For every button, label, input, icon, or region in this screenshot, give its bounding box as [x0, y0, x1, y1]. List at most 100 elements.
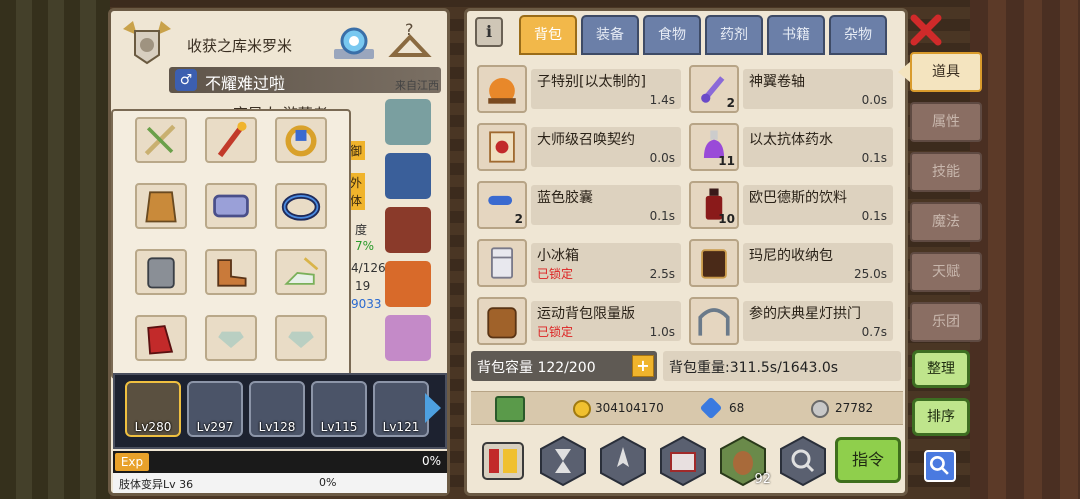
inventory-item[interactable]: 运动背包限量版 已锁定 1.0s	[477, 297, 683, 347]
tab-backpack[interactable]: 背包	[519, 15, 577, 55]
organize-button[interactable]: 整理	[912, 350, 970, 388]
stat-percent-partial: 7%	[355, 239, 375, 253]
gauntlet-slot[interactable]	[385, 153, 431, 199]
right-scenery	[970, 0, 1080, 499]
inventory-item[interactable]: 玛尼的收纳包 25.0s	[689, 239, 895, 289]
item-name: 神翼卷轴	[749, 74, 805, 90]
equipment-popup	[111, 109, 351, 379]
tab-potion[interactable]: 药剂	[705, 15, 763, 55]
fairy-ring-slot[interactable]	[385, 315, 431, 361]
download-icon[interactable]	[495, 396, 525, 422]
item-name: 运动背包限量版	[537, 306, 635, 322]
contract-icon	[477, 123, 527, 171]
sort-button[interactable]: 排序	[912, 398, 970, 436]
expand-capacity-button[interactable]: +	[632, 355, 654, 377]
hero-portrait[interactable]: Lv121	[373, 381, 429, 437]
inventory-item[interactable]: 11 以太抗体药水 0.1s	[689, 123, 895, 173]
number-sort-button[interactable]	[477, 435, 529, 487]
power-value-partial: 9033	[351, 297, 382, 311]
gauntlet-gray-slot[interactable]	[135, 249, 187, 295]
hero-level: Lv121	[382, 420, 420, 434]
hero-level: Lv280	[134, 420, 172, 434]
item-weight: 0.7s	[861, 325, 887, 339]
item-name: 蓝色胶囊	[537, 190, 593, 206]
inventory-item[interactable]: 小冰箱已锁定 2.5s	[477, 239, 683, 289]
drink-bottle-icon: 10	[689, 181, 739, 229]
inventory-item[interactable]: 参的庆典星灯拱门 0.7s	[689, 297, 895, 347]
bag-count: 92	[754, 472, 771, 487]
menu-attributes[interactable]: 属性	[910, 102, 982, 142]
exp-bar: Exp 0%	[113, 451, 447, 473]
hero-portrait[interactable]: Lv280	[125, 381, 181, 437]
winged-shoes-slot[interactable]	[275, 249, 327, 295]
chest-icon[interactable]	[657, 435, 709, 487]
inventory-item[interactable]: 10 欧巴德斯的饮料 0.1s	[689, 181, 895, 231]
left-scenery	[0, 0, 110, 499]
guild-emblem-icon[interactable]	[119, 15, 175, 67]
belt-purple-slot[interactable]	[205, 183, 257, 229]
bracelet-slot[interactable]	[275, 183, 327, 229]
menu-magic[interactable]: 魔法	[910, 202, 982, 242]
hero-level: Lv115	[320, 420, 358, 434]
crystal-orb-icon[interactable]	[331, 19, 377, 65]
item-name: 子特别[以太制的]	[537, 74, 646, 90]
ring-slot[interactable]	[275, 117, 327, 163]
inventory-panel: i 背包 装备 食物 药剂 书籍 杂物 子特别[以太制的] 1.4s 2 神翼卷轴…	[464, 8, 908, 496]
weapon-sword-slot[interactable]	[135, 117, 187, 163]
weapon-staff-slot[interactable]	[205, 117, 257, 163]
storage-bag-icon	[689, 239, 739, 287]
item-name: 以太抗体药水	[749, 132, 833, 148]
hourglass-icon[interactable]	[537, 435, 589, 487]
inventory-item[interactable]: 大师级召唤契约 0.0s	[477, 123, 683, 173]
close-icon[interactable]	[908, 12, 944, 48]
player-name: 不耀难过啦	[205, 74, 286, 93]
inventory-item[interactable]: 2 神翼卷轴 0.0s	[689, 65, 895, 115]
menu-band[interactable]: 乐团	[910, 302, 982, 342]
item-locked: 已锁定	[537, 267, 574, 281]
compass-icon[interactable]	[597, 435, 649, 487]
item-weight: 0.0s	[861, 93, 887, 107]
inventory-item[interactable]: 2 蓝色胶囊 0.1s	[477, 181, 683, 231]
boots-slot[interactable]	[205, 249, 257, 295]
search-icon[interactable]	[924, 450, 956, 482]
exp-percent: 0%	[421, 454, 441, 468]
command-button[interactable]: 指令	[835, 437, 901, 483]
info-button[interactable]: i	[475, 17, 503, 47]
tab-books[interactable]: 书籍	[767, 15, 825, 55]
item-name: 大师级召唤契约	[537, 132, 635, 148]
empty-slot-2[interactable]	[275, 315, 327, 361]
empty-slot-1[interactable]	[205, 315, 257, 361]
hp-value-partial: 4/126	[351, 261, 386, 275]
tab-food[interactable]: 食物	[643, 15, 701, 55]
belt-slot[interactable]	[385, 207, 431, 253]
item-name: 小冰箱	[537, 248, 579, 264]
menu-skills[interactable]: 技能	[910, 152, 982, 192]
silver-amount: 27782	[835, 401, 874, 415]
armor-slot[interactable]	[135, 183, 187, 229]
currency-bar: 304104170 68 27782	[471, 391, 903, 425]
shield-gem-slot[interactable]	[385, 99, 431, 145]
bag-icon[interactable]: 92	[717, 435, 771, 487]
magnifier-icon[interactable]	[777, 435, 829, 487]
gold-amount: 304104170	[595, 401, 664, 415]
item-weight: 2.5s	[649, 267, 675, 281]
item-name: 玛尼的收纳包	[749, 248, 833, 264]
potion-icon: 11	[689, 123, 739, 171]
hero-portrait[interactable]: Lv128	[249, 381, 305, 437]
flame-boots-slot[interactable]	[385, 261, 431, 307]
hanger-icon[interactable]: ?	[387, 19, 433, 65]
menu-items[interactable]: 道具	[910, 52, 982, 92]
tab-misc[interactable]: 杂物	[829, 15, 887, 55]
hero-portrait[interactable]: Lv297	[187, 381, 243, 437]
character-panel: 收获之库米罗米 ? ♂ 不耀难过啦 来自江西 变异人 游荡者 御 外 体 度 7…	[108, 8, 450, 496]
hero-portrait[interactable]: Lv115	[311, 381, 367, 437]
tab-equipment[interactable]: 装备	[581, 15, 639, 55]
next-hero-arrow-icon[interactable]	[425, 393, 441, 423]
menu-talent[interactable]: 天赋	[910, 252, 982, 292]
inventory-item[interactable]: 子特别[以太制的] 1.4s	[477, 65, 683, 115]
red-gloves-slot[interactable]	[135, 315, 187, 361]
item-weight: 0.0s	[649, 151, 675, 165]
item-locked: 已锁定	[537, 325, 574, 339]
scroll-icon: 2	[689, 65, 739, 113]
diamond-amount: 68	[729, 401, 745, 415]
